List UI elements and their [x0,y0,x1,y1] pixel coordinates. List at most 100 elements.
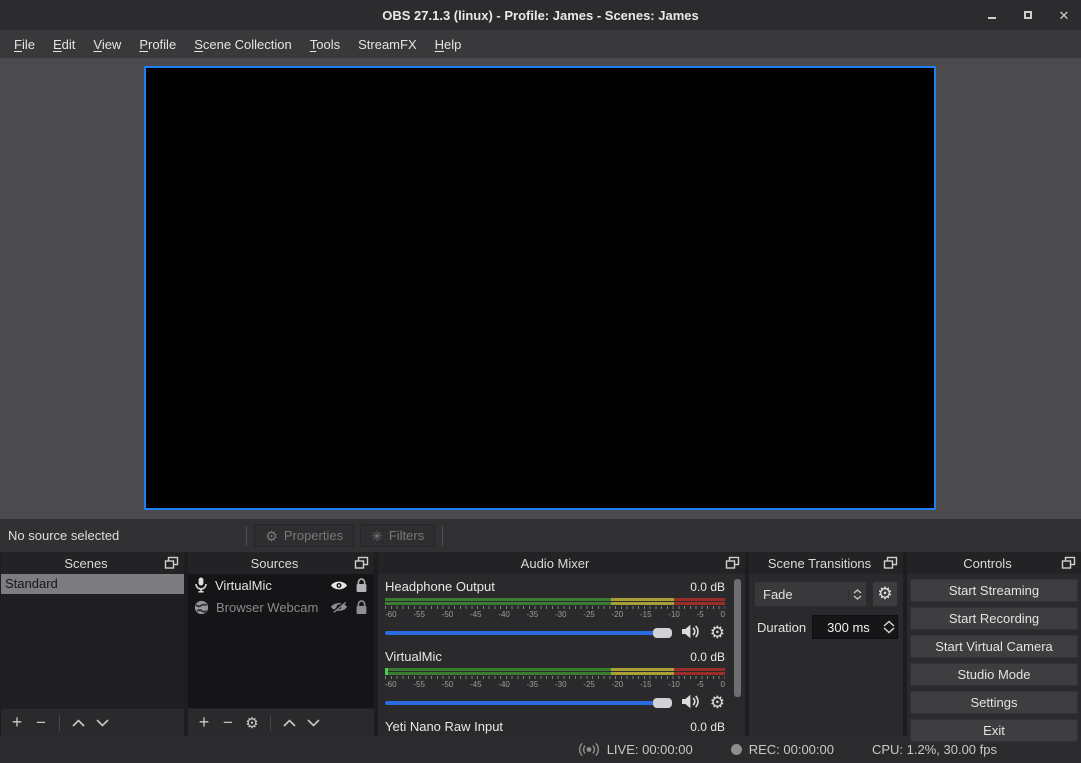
add-source-button[interactable]: + [194,713,214,733]
scene-item[interactable]: Standard [1,574,184,594]
spin-up-icon[interactable] [883,620,895,627]
scenes-list: Standard [1,574,184,708]
duration-label: Duration [754,620,806,635]
menu-edit[interactable]: Edit [44,33,84,56]
visibility-eye-slash-icon[interactable] [330,601,348,613]
close-button[interactable]: ✕ [1057,8,1071,22]
source-item[interactable]: Browser Webcam [188,596,374,618]
dock-popout-icon[interactable] [884,557,897,569]
preview-area [0,58,1081,519]
settings-button[interactable]: Settings [910,691,1078,714]
mixer-channel-name: Headphone Output [385,579,495,594]
lock-icon[interactable] [355,578,368,593]
separator [246,526,247,546]
mixer-channel-volume: 0.0 dB [690,720,725,734]
mixer-channel: VirtualMic0.0 dB-60-55-50-45-40-35-30-25… [385,649,725,710]
menu-scene-collection[interactable]: Scene Collection [185,33,301,56]
transition-selected-value: Fade [755,587,848,602]
rec-status: REC: 00:00:00 [731,742,834,757]
minimize-button[interactable] [985,8,999,22]
visibility-eye-icon[interactable] [330,580,348,591]
menu-file[interactable]: File [5,33,44,56]
audio-mixer-body: Headphone Output 0.0 dB -60-55-50-45-40-35… [378,574,745,736]
spin-down-icon[interactable] [883,627,895,634]
move-scene-down-button[interactable] [92,713,112,733]
gear-icon: ⚙ [877,584,892,604]
preview-canvas[interactable] [144,66,936,510]
scene-transitions-panel: Scene Transitions Fade ⚙ Duration 300 ms [749,552,903,736]
dock-row: Scenes Standard + − Sources VirtualMicBr… [0,552,1081,736]
globe-icon [194,600,209,615]
move-scene-up-button[interactable] [68,713,88,733]
sources-list: VirtualMic Browser Webcam [188,574,374,708]
transition-settings-button[interactable]: ⚙ [872,581,898,607]
gear-icon: ⚙ [265,529,278,543]
dock-popout-icon[interactable] [726,557,739,569]
live-time: LIVE: 00:00:00 [607,742,693,757]
remove-scene-button[interactable]: − [31,713,51,733]
filters-button[interactable]: ✳ Filters [360,524,435,547]
controls-buttons: Start Streaming Start Recording Start Virt… [907,574,1081,750]
exit-button[interactable]: Exit [910,719,1078,742]
maximize-button[interactable] [1021,8,1035,22]
dock-popout-icon[interactable] [355,557,368,569]
mute-speaker-icon[interactable] [681,694,701,712]
meter-level-indicator [385,668,388,675]
meter-scale-labels: -60-55-50-45-40-35-30-25-20-15-10-50 [385,680,725,689]
controls-panel-title: Controls [913,556,1062,571]
menu-tools[interactable]: Tools [301,33,349,56]
properties-button[interactable]: ⚙ Properties [254,524,354,547]
source-properties-button[interactable]: ⚙ [242,713,262,733]
start-recording-button[interactable]: Start Recording [910,607,1078,630]
dock-popout-icon[interactable] [165,557,178,569]
audio-mixer-panel: Audio Mixer Headphone Output0.0 dB-60-55… [378,552,745,736]
separator [59,715,60,731]
channel-settings-gear-icon[interactable]: ⚙ [710,694,725,711]
filters-label: Filters [389,528,424,543]
no-source-selected-label: No source selected [8,528,119,543]
volume-meter [385,668,725,675]
menu-bar: FileEditViewProfileScene CollectionTools… [0,30,1081,58]
scenes-panel: Scenes Standard + − [1,552,184,736]
move-source-down-button[interactable] [303,713,323,733]
volume-slider[interactable] [385,701,672,705]
studio-mode-button[interactable]: Studio Mode [910,663,1078,686]
mute-speaker-icon[interactable] [681,624,701,642]
separator [442,526,443,546]
add-scene-button[interactable]: + [7,713,27,733]
meter-scale-labels: -60-55-50-45-40-35-30-25-20-15-10-50 [385,610,725,619]
menu-help[interactable]: Help [426,33,471,56]
close-icon: ✕ [1059,9,1070,22]
start-streaming-button[interactable]: Start Streaming [910,579,1078,602]
rec-time: REC: 00:00:00 [749,742,834,757]
channel-settings-gear-icon[interactable]: ⚙ [710,624,725,641]
dock-popout-icon[interactable] [1062,557,1075,569]
scenes-toolbar: + − [1,708,184,736]
mixer-channel: Yeti Nano Raw Input0.0 dB-60-55-50-45-40… [385,719,725,736]
volume-slider-handle[interactable] [653,628,672,638]
source-name: VirtualMic [215,578,323,593]
menu-streamfx[interactable]: StreamFX [349,33,426,56]
source-context-toolbar: No source selected ⚙ Properties ✳ Filter… [0,519,1081,552]
title-bar: OBS 27.1.3 (linux) - Profile: James - Sc… [0,0,1081,30]
volume-slider-handle[interactable] [653,698,672,708]
lock-icon[interactable] [355,600,368,615]
transition-select[interactable]: Fade [754,581,867,607]
duration-spinbox[interactable]: 300 ms [812,615,898,639]
mixer-channel-name: VirtualMic [385,649,442,664]
source-item[interactable]: VirtualMic [188,574,374,596]
controls-panel: Controls Start Streaming Start Recording S… [907,552,1081,736]
menu-profile[interactable]: Profile [130,33,185,56]
remove-source-button[interactable]: − [218,713,238,733]
window-title: OBS 27.1.3 (linux) - Profile: James - Sc… [0,8,1081,23]
separator [270,715,271,731]
duration-value: 300 ms [813,620,881,635]
menu-view[interactable]: View [84,33,130,56]
mixer-channel-volume: 0.0 dB [690,580,725,594]
record-dot-icon [731,744,742,755]
start-virtual-camera-button[interactable]: Start Virtual Camera [910,635,1078,658]
volume-slider[interactable] [385,631,672,635]
mixer-scrollbar[interactable] [734,579,741,697]
volume-meter [385,598,725,605]
move-source-up-button[interactable] [279,713,299,733]
